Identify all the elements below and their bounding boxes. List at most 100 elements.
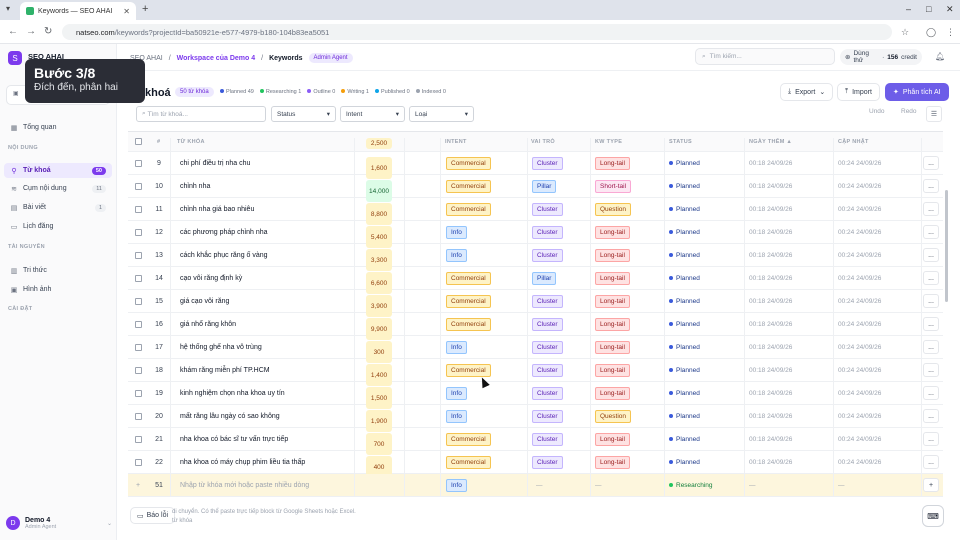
user-menu[interactable]: D Demo 4 Admin Agent ⌄ xyxy=(6,512,112,534)
keyword-cell[interactable]: kinh nghiệm chọn nha khoa uy tín xyxy=(180,382,285,404)
keyword-cell[interactable]: giá cạo vôi răng xyxy=(180,290,229,312)
status-select[interactable]: Status ▾ xyxy=(271,106,336,122)
sidebar-item-knowledge[interactable]: ▥ Tri thức xyxy=(4,263,112,278)
row-checkbox[interactable] xyxy=(135,275,142,282)
status-cell[interactable]: Planned xyxy=(669,290,700,312)
browser-menu-icon[interactable]: ⋮ xyxy=(946,27,955,38)
table-row[interactable]: 17 hệ thống ghế nha vô trùng 300 Info Cluste… xyxy=(128,336,943,363)
browser-tab[interactable]: Keywords — SEO AHAI ✕ xyxy=(20,2,136,20)
new-keyword-input[interactable]: Nhập từ khóa mới hoặc paste nhiều dòng xyxy=(180,474,309,496)
status-cell[interactable]: Planned xyxy=(669,198,700,220)
tab-search-icon[interactable]: ▾ xyxy=(6,4,10,13)
status-cell[interactable]: Planned xyxy=(669,152,700,174)
intent-cell[interactable]: Info xyxy=(446,382,467,404)
row-checkbox[interactable] xyxy=(135,252,142,259)
intent-cell[interactable]: Info xyxy=(446,336,467,358)
role-cell[interactable]: Cluster xyxy=(532,405,563,427)
table-row-partial[interactable]: 2,500 xyxy=(128,138,943,161)
kwtype-cell[interactable]: Long-tail xyxy=(595,152,630,174)
keyword-cell[interactable]: mất răng lâu ngày có sao không xyxy=(180,405,280,427)
intent-select[interactable]: Intent ▾ xyxy=(340,106,405,122)
sidebar-item-clusters[interactable]: ≋ Cụm nội dung 11 xyxy=(4,181,112,196)
undo-button[interactable]: Undo xyxy=(869,108,885,115)
role-cell[interactable]: Cluster xyxy=(532,382,563,404)
intent-cell[interactable]: Info xyxy=(446,221,467,243)
keyword-cell[interactable]: nha khoa có bác sĩ tư vấn trực tiếp xyxy=(180,428,288,450)
role-cell[interactable]: Cluster xyxy=(532,428,563,450)
table-row[interactable]: 10 chỉnh nha 14,000 Commercial Pillar Short-t… xyxy=(128,175,943,202)
sidebar-item-keywords[interactable]: ⚲ Từ khoá 50 xyxy=(4,163,112,178)
kwtype-cell[interactable]: Long-tail xyxy=(595,428,630,450)
intent-cell[interactable]: Commercial xyxy=(446,290,491,312)
table-row[interactable]: 21 nha khoa có bác sĩ tư vấn trực tiếp 700… xyxy=(128,428,943,455)
role-cell[interactable]: Cluster xyxy=(532,221,563,243)
add-row-button[interactable]: + xyxy=(923,478,939,492)
row-checkbox[interactable] xyxy=(135,206,142,213)
crumb-workspace[interactable]: Workspace của Demo 4 xyxy=(177,55,255,62)
role-cell[interactable]: Cluster xyxy=(532,152,563,174)
new-keyword-row[interactable]: +51 Nhập từ khóa mới hoặc paste nhiều dòn… xyxy=(128,474,943,497)
keyword-filter-input[interactable]: ⌕ Tìm từ khoá... xyxy=(136,106,266,122)
reload-icon[interactable]: ↻ xyxy=(44,26,52,37)
row-checkbox[interactable] xyxy=(135,298,142,305)
keyword-cell[interactable]: hệ thống ghế nha vô trùng xyxy=(180,336,262,358)
kwtype-cell[interactable]: Long-tail xyxy=(595,382,630,404)
role-cell[interactable]: Cluster xyxy=(532,313,563,335)
kwtype-cell[interactable]: Short-tail xyxy=(595,175,632,197)
kwtype-cell[interactable]: Long-tail xyxy=(595,313,630,335)
sidebar-item-articles[interactable]: ▤ Bài viết 1 xyxy=(4,200,112,215)
row-more-button[interactable]: ... xyxy=(923,248,939,262)
bookmark-star-icon[interactable]: ☆ xyxy=(901,27,909,38)
role-cell[interactable]: Pillar xyxy=(532,267,557,289)
status-cell[interactable]: Planned xyxy=(669,175,700,197)
kwtype-cell[interactable]: Long-tail xyxy=(595,244,630,266)
row-more-button[interactable]: ... xyxy=(923,386,939,400)
row-more-button[interactable]: ... xyxy=(923,340,939,354)
row-more-button[interactable]: ... xyxy=(923,179,939,193)
add-row-icon[interactable]: + xyxy=(136,474,140,496)
table-row[interactable]: 12 các phương pháp chỉnh nha 5,400 Info Clus… xyxy=(128,221,943,248)
kwtype-cell[interactable]: Long-tail xyxy=(595,359,630,381)
row-checkbox[interactable] xyxy=(135,344,142,351)
row-checkbox[interactable] xyxy=(135,160,142,167)
keyword-cell[interactable]: chi phí điều trị nha chu xyxy=(180,152,250,174)
kwtype-cell[interactable]: Long-tail xyxy=(595,451,630,473)
table-row[interactable]: 20 mất răng lâu ngày có sao không 1,900 Inf… xyxy=(128,405,943,432)
status-cell[interactable]: Planned xyxy=(669,244,700,266)
status-cell[interactable]: Planned xyxy=(669,405,700,427)
keyword-cell[interactable]: chỉnh nha xyxy=(180,175,210,197)
keyword-cell[interactable]: chỉnh nha giá bao nhiêu xyxy=(180,198,254,220)
status-cell[interactable]: Planned xyxy=(669,313,700,335)
row-more-button[interactable]: ... xyxy=(923,363,939,377)
row-more-button[interactable]: ... xyxy=(923,271,939,285)
role-cell[interactable]: Cluster xyxy=(532,198,563,220)
forward-icon[interactable]: → xyxy=(26,26,36,37)
row-checkbox[interactable] xyxy=(135,390,142,397)
status-cell[interactable]: Planned xyxy=(669,359,700,381)
row-more-button[interactable]: ... xyxy=(923,317,939,331)
row-checkbox[interactable] xyxy=(135,367,142,374)
row-more-button[interactable]: ... xyxy=(923,156,939,170)
intent-cell[interactable]: Info xyxy=(446,474,467,496)
row-checkbox[interactable] xyxy=(135,436,142,443)
row-checkbox[interactable] xyxy=(135,321,142,328)
kwtype-cell[interactable]: Long-tail xyxy=(595,221,630,243)
tab-close-icon[interactable]: ✕ xyxy=(123,7,130,16)
search-input[interactable]: ⌕ Tìm kiếm... xyxy=(695,48,835,65)
intent-cell[interactable]: Commercial xyxy=(446,313,491,335)
keyword-cell[interactable]: giá nhổ răng khôn xyxy=(180,313,236,335)
role-cell[interactable]: Cluster xyxy=(532,451,563,473)
keyword-cell[interactable]: khám răng miễn phí TP.HCM xyxy=(180,359,270,381)
redo-button[interactable]: Redo xyxy=(901,108,917,115)
back-icon[interactable]: ← xyxy=(8,26,18,37)
status-cell[interactable]: Researching xyxy=(669,474,713,496)
status-cell[interactable]: Planned xyxy=(669,267,700,289)
sidebar-item-schedule[interactable]: ▭ Lịch đăng xyxy=(4,219,112,234)
role-cell[interactable]: Cluster xyxy=(532,244,563,266)
kwtype-cell[interactable]: Question xyxy=(595,198,632,220)
table-row[interactable]: 19 kinh nghiệm chọn nha khoa uy tín 1,500 I… xyxy=(128,382,943,409)
intent-cell[interactable]: Commercial xyxy=(446,152,491,174)
status-cell[interactable]: Planned xyxy=(669,451,700,473)
sidebar-item-overview[interactable]: ▦ Tổng quan xyxy=(4,120,112,135)
new-tab-button[interactable]: + xyxy=(142,3,148,15)
